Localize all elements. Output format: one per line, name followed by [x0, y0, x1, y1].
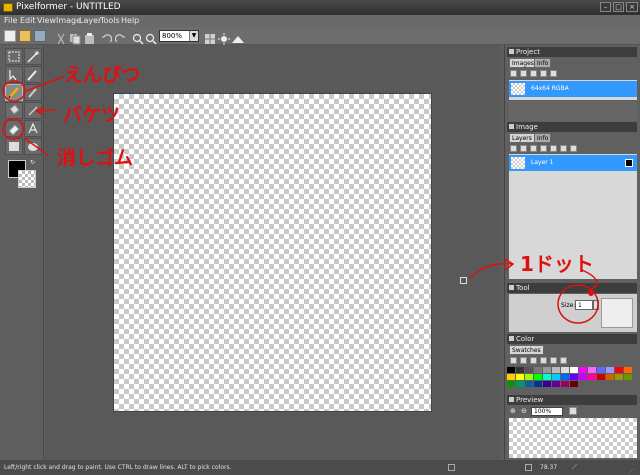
annotation-eraser: 消しゴム — [57, 147, 134, 169]
annotation-pencil: えんぴつ — [64, 64, 141, 86]
app-window: Pixelformer - UNTITLED – □ × File Edit V… — [0, 0, 640, 475]
annotation-dot: 1ドット — [520, 252, 594, 276]
annotation-bucket: バケツ — [63, 104, 121, 126]
